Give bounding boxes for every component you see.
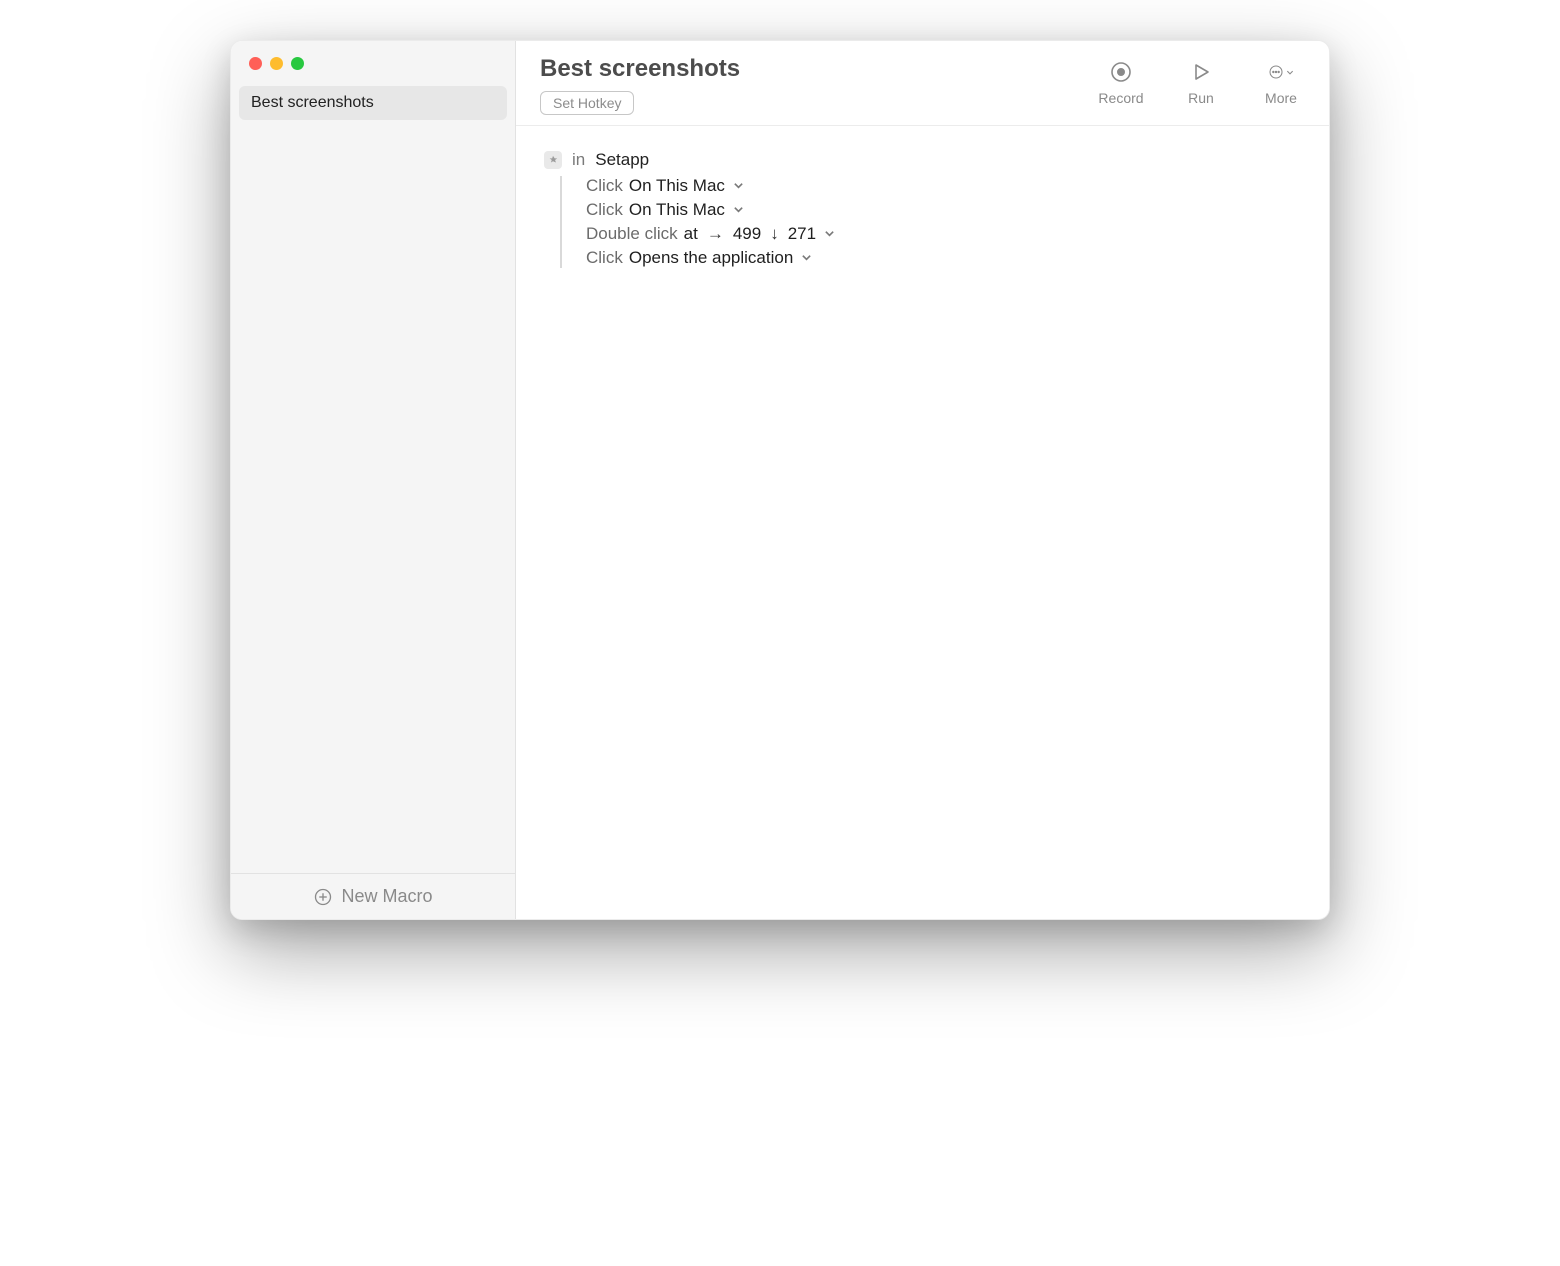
- play-icon: [1188, 59, 1214, 85]
- step-action: Click: [586, 248, 623, 268]
- header: Best screenshots Set Hotkey Record: [516, 41, 1329, 126]
- step-row[interactable]: Click Opens the application: [586, 248, 1301, 268]
- chevron-down-icon: [824, 227, 835, 242]
- step-action: Double click: [586, 224, 678, 244]
- new-macro-label: New Macro: [341, 886, 432, 907]
- plus-icon: [313, 887, 333, 907]
- more-label: More: [1265, 90, 1297, 106]
- macro-list: Best screenshots: [231, 80, 515, 873]
- sidebar-item-best-screenshots[interactable]: Best screenshots: [239, 86, 507, 120]
- macro-content: in Setapp Click On This Mac Click On Thi…: [516, 126, 1329, 919]
- step-row[interactable]: Double click at → 499 ↓ 271: [586, 224, 1301, 244]
- record-icon: [1108, 59, 1134, 85]
- step-arg: On This Mac: [629, 200, 725, 220]
- minimize-window-button[interactable]: [270, 57, 283, 70]
- step-action: Click: [586, 200, 623, 220]
- step-action: Click: [586, 176, 623, 196]
- app-window: Best screenshots New Macro Best screensh…: [230, 40, 1330, 920]
- record-label: Record: [1098, 90, 1143, 106]
- step-x: 499: [733, 224, 761, 244]
- step-at-word: at: [684, 224, 698, 244]
- steps-list: Click On This Mac Click On This Mac Doub…: [560, 176, 1301, 268]
- main-panel: Best screenshots Set Hotkey Record: [516, 41, 1329, 919]
- run-button[interactable]: Run: [1177, 59, 1225, 106]
- step-arg: On This Mac: [629, 176, 725, 196]
- fullscreen-window-button[interactable]: [291, 57, 304, 70]
- step-row[interactable]: Click On This Mac: [586, 176, 1301, 196]
- window-controls: [231, 41, 515, 80]
- chevron-down-icon: [733, 203, 744, 218]
- record-button[interactable]: Record: [1097, 59, 1145, 106]
- new-macro-button[interactable]: New Macro: [231, 873, 515, 919]
- sidebar: Best screenshots New Macro: [231, 41, 516, 919]
- step-arg: Opens the application: [629, 248, 793, 268]
- run-label: Run: [1188, 90, 1214, 106]
- more-button[interactable]: More: [1257, 59, 1305, 106]
- set-hotkey-button[interactable]: Set Hotkey: [540, 91, 634, 115]
- step-row[interactable]: Click On This Mac: [586, 200, 1301, 220]
- app-icon: [544, 151, 562, 169]
- sidebar-item-label: Best screenshots: [251, 94, 374, 111]
- context-in-word: in: [572, 150, 585, 170]
- context-app-name: Setapp: [595, 150, 649, 170]
- more-icon: [1268, 59, 1294, 85]
- macro-context-row[interactable]: in Setapp: [544, 150, 1301, 170]
- chevron-down-icon: [733, 179, 744, 194]
- close-window-button[interactable]: [249, 57, 262, 70]
- arrow-down-icon: ↓: [770, 224, 779, 244]
- chevron-down-icon: [801, 251, 812, 266]
- arrow-right-icon: →: [707, 224, 724, 244]
- step-y: 271: [788, 224, 816, 244]
- toolbar: Record Run: [1097, 55, 1305, 106]
- macro-title: Best screenshots: [540, 55, 1097, 83]
- header-left: Best screenshots Set Hotkey: [540, 55, 1097, 115]
